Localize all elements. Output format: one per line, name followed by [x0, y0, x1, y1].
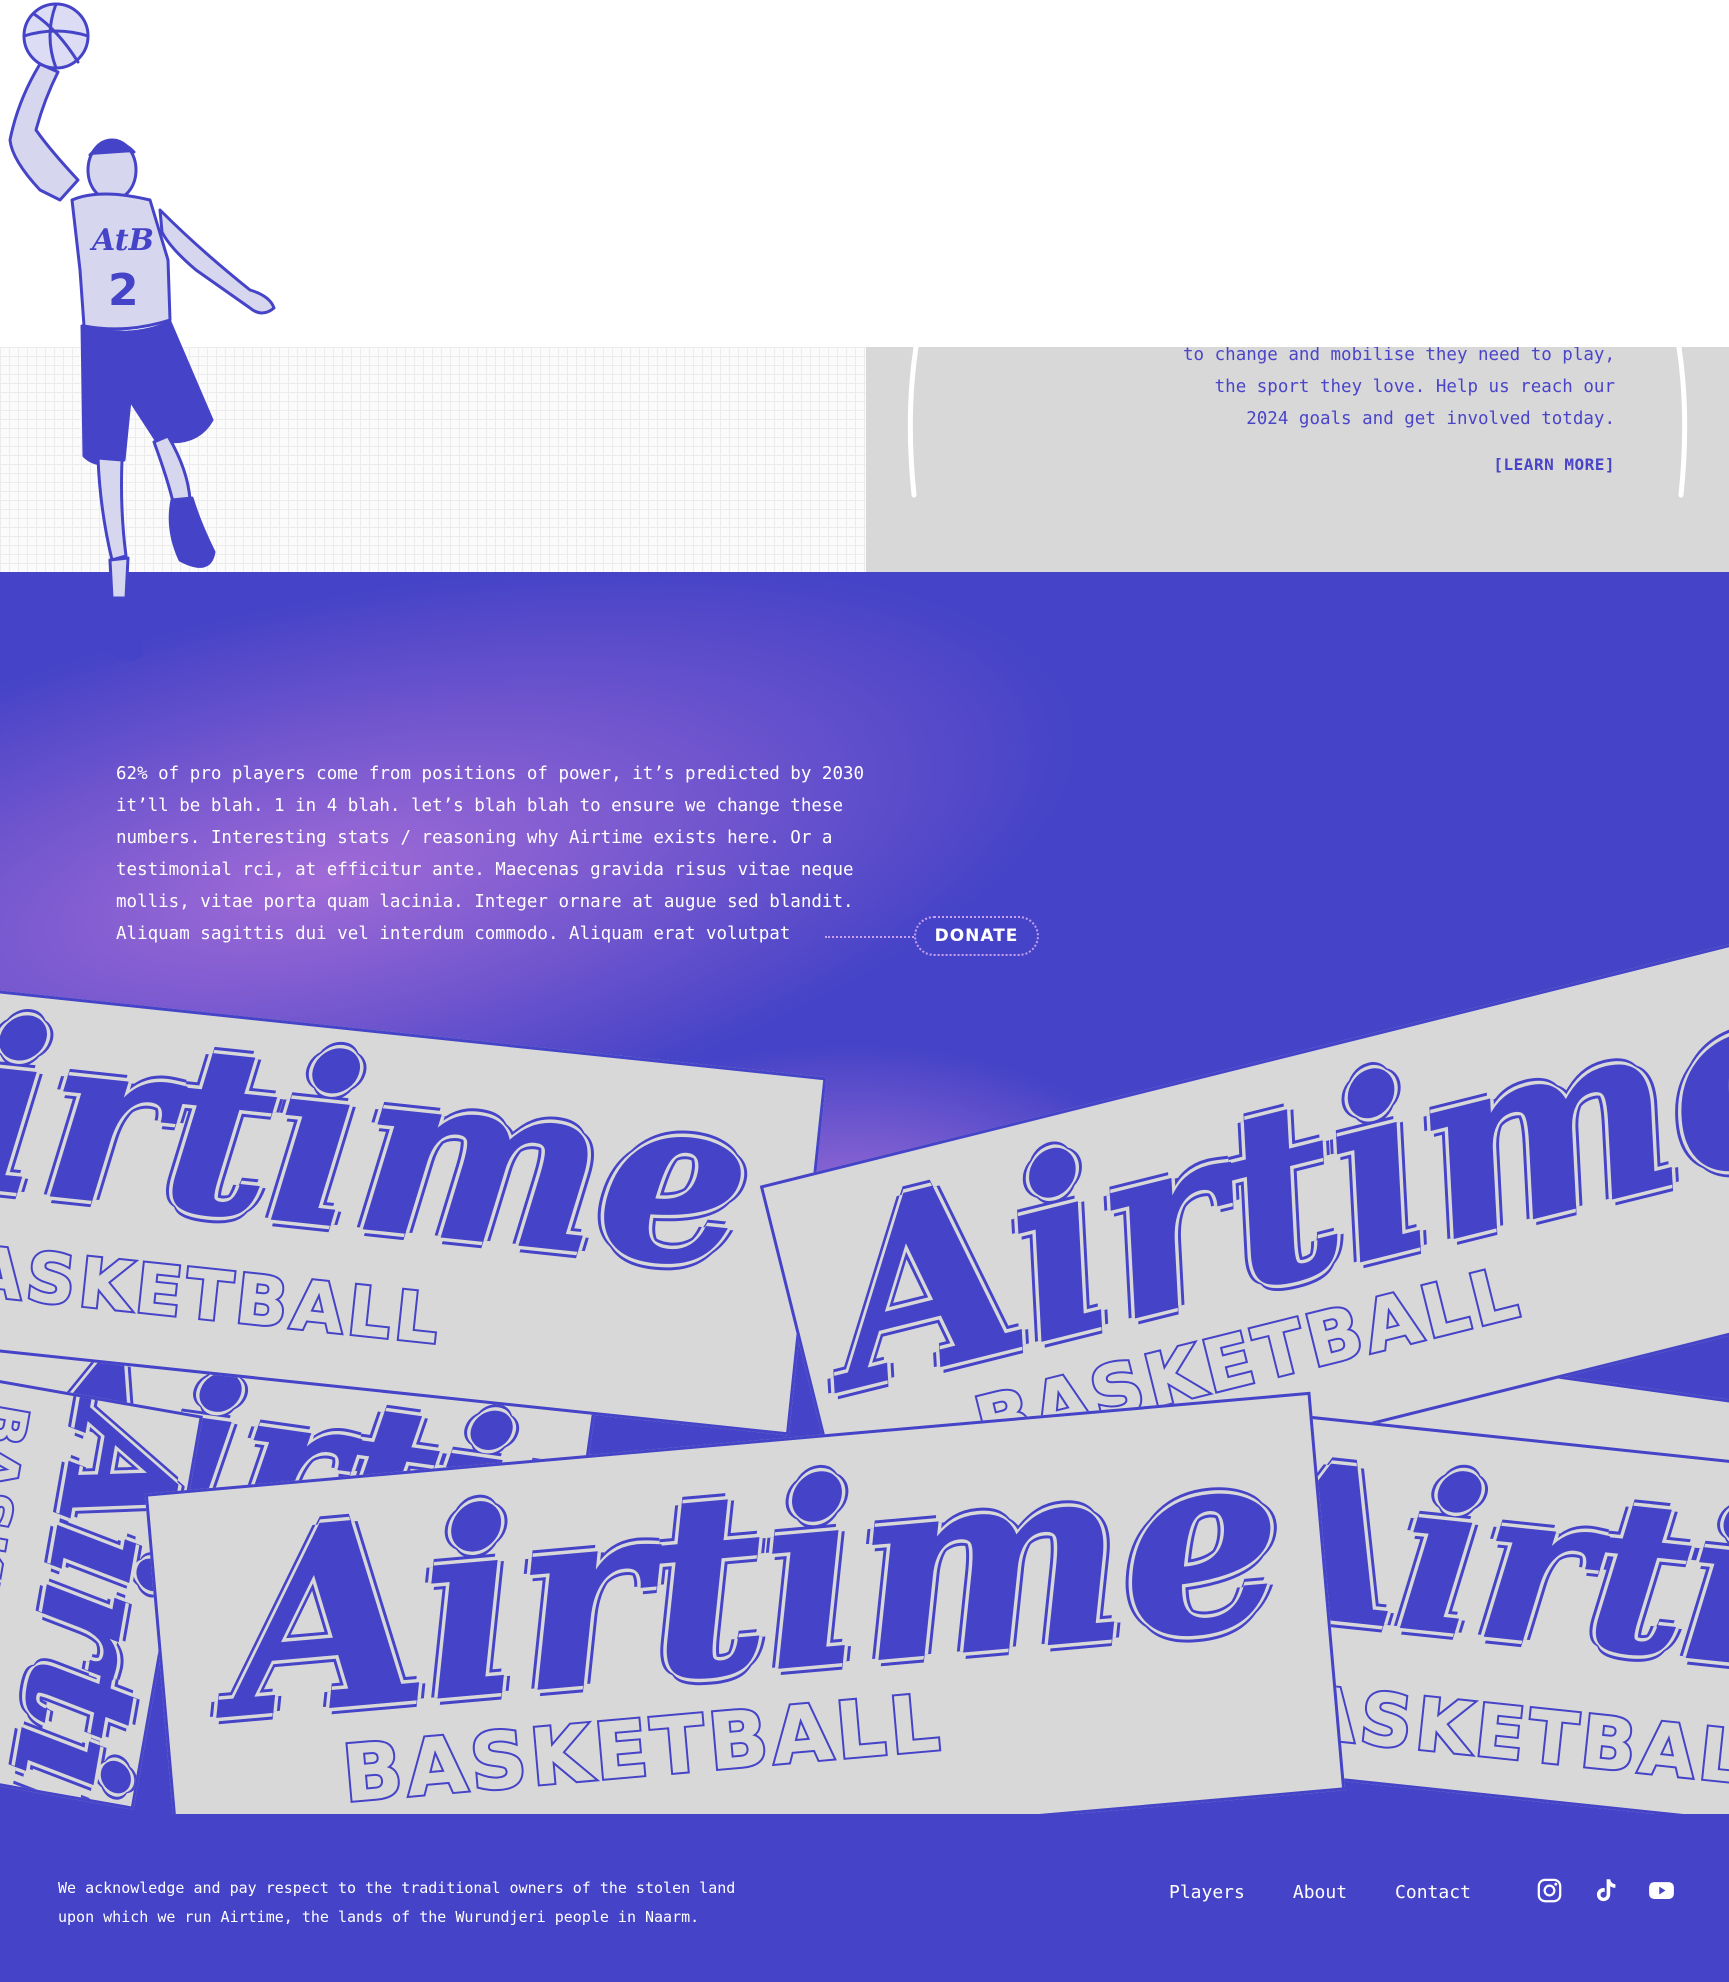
purple-section: 62% of pro players come from positions o… [0, 572, 1729, 1982]
instagram-icon[interactable] [1536, 1877, 1563, 1904]
acknowledgement-text: We acknowledge and pay respect to the tr… [58, 1874, 818, 1932]
youtube-icon[interactable] [1648, 1877, 1675, 1904]
footer: We acknowledge and pay respect to the tr… [0, 1814, 1729, 1982]
info-line: 2024 goals and get involved totday. [1246, 409, 1615, 429]
nav-link-players[interactable]: Players [1169, 1882, 1245, 1903]
info-line: to change and mobilise they need to play… [1183, 347, 1615, 365]
sticker-collage: Airtime BASKETBALL Airtime BASKETBALL Ai… [0, 572, 1729, 1982]
bracket-left-decoration [907, 347, 919, 498]
jersey-number: 2 [108, 265, 139, 316]
tiktok-icon[interactable] [1592, 1877, 1619, 1904]
bracket-right-decoration [1676, 347, 1688, 498]
jersey-text: AtB [89, 223, 154, 258]
nav-link-about[interactable]: About [1293, 1882, 1347, 1903]
social-links [1536, 1877, 1675, 1904]
footer-nav: Players About Contact [1169, 1882, 1471, 1903]
learn-more-link[interactable]: [LEARN MORE] [1493, 455, 1615, 474]
basketball-player-illustration: AtB 2 [8, 2, 276, 661]
ack-line: We acknowledge and pay respect to the tr… [58, 1879, 736, 1897]
nav-link-contact[interactable]: Contact [1395, 1882, 1471, 1903]
info-card-text: to change and mobilise they need to play… [1095, 347, 1615, 435]
ack-line: upon which we run Airtime, the lands of … [58, 1908, 700, 1926]
info-line: the sport they love. Help us reach our [1214, 377, 1615, 397]
info-card: to change and mobilise they need to play… [866, 347, 1729, 572]
